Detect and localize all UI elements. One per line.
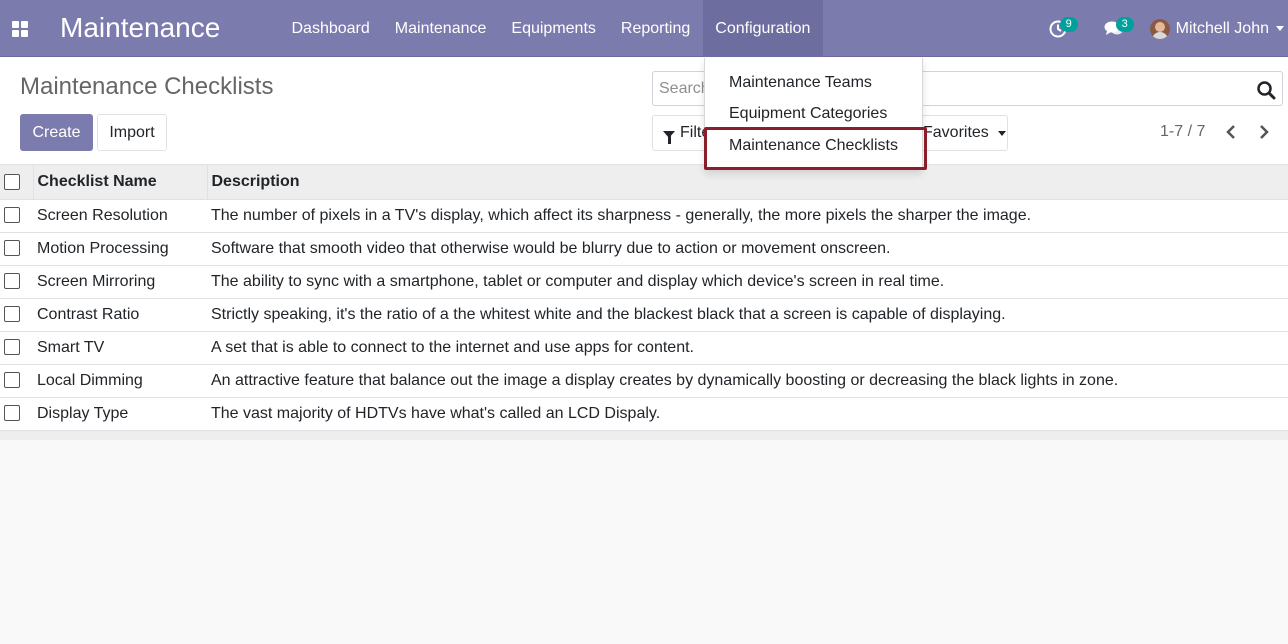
list-footer: [0, 431, 1288, 440]
checklist-name-cell: Screen Resolution: [37, 206, 168, 224]
highlight-annotation-box: [704, 127, 927, 170]
message-count-badge: 3: [1115, 17, 1134, 32]
row-select-cell: [0, 298, 33, 331]
search-icon[interactable]: [1256, 80, 1276, 100]
user-name: Mitchell John: [1175, 19, 1269, 37]
checklist-table: Checklist Name Description Screen Resolu…: [0, 165, 1288, 431]
checklist-name-cell: Local Dimming: [37, 371, 143, 389]
column-header-description[interactable]: Description: [206, 165, 1288, 200]
dropdown-item-maintenance-teams[interactable]: Maintenance Teams: [729, 74, 872, 92]
checklist-name-cell: Smart TV: [37, 338, 105, 356]
pager-next-button[interactable]: [1252, 120, 1276, 144]
dropdown-item-equipment-categories[interactable]: Equipment Categories: [729, 105, 887, 123]
row-select-cell: [0, 397, 33, 430]
row-select-cell: [0, 364, 33, 397]
list-view: Checklist Name Description Screen Resolu…: [0, 165, 1288, 431]
chevron-down-icon: [1276, 26, 1284, 31]
chevron-down-icon: [997, 130, 1006, 136]
column-header-checklist-name[interactable]: Checklist Name: [32, 165, 207, 200]
import-button[interactable]: Import: [97, 114, 167, 151]
row-checkbox[interactable]: [4, 339, 20, 356]
table-header-row: Checklist Name Description: [0, 165, 1288, 200]
table-row[interactable]: Contrast Ratio Strictly speaking, it's t…: [0, 298, 1288, 331]
messages-button[interactable]: 3: [1086, 0, 1142, 57]
filter-icon: [663, 130, 675, 144]
checklist-name-cell: Contrast Ratio: [37, 305, 140, 323]
row-checkbox[interactable]: [4, 306, 20, 323]
checklist-name-cell: Display Type: [37, 404, 129, 422]
row-select-cell: [0, 265, 33, 298]
row-checkbox[interactable]: [4, 405, 20, 422]
description-cell: A set that is able to connect to the int…: [211, 338, 694, 356]
activity-count-badge: 9: [1059, 17, 1078, 32]
chevron-right-icon: [1260, 125, 1269, 139]
table-row[interactable]: Screen Mirroring The ability to sync wit…: [0, 265, 1288, 298]
avatar: [1149, 18, 1170, 39]
filters-button[interactable]: Filters: [652, 115, 724, 151]
table-row[interactable]: Screen Resolution The number of pixels i…: [0, 199, 1288, 232]
app-title[interactable]: Maintenance: [60, 12, 220, 44]
top-navbar: Maintenance Dashboard Maintenance Equipm…: [0, 0, 1288, 57]
main-menu: Dashboard Maintenance Equipments Reporti…: [279, 0, 823, 57]
empty-background: [0, 440, 1288, 644]
description-cell: The number of pixels in a TV's display, …: [211, 206, 1032, 224]
description-cell: Software that smooth video that otherwis…: [211, 239, 891, 257]
description-cell: The vast majority of HDTVs have what's c…: [211, 404, 661, 422]
description-cell: An attractive feature that balance out t…: [211, 371, 1119, 389]
menu-equipments[interactable]: Equipments: [499, 0, 609, 57]
table-row[interactable]: Local Dimming An attractive feature that…: [0, 364, 1288, 397]
menu-maintenance[interactable]: Maintenance: [382, 0, 499, 57]
control-panel: Maintenance Checklists Create Import Fil…: [0, 57, 1288, 165]
page-title: Maintenance Checklists: [20, 73, 274, 100]
apps-grid-icon: [12, 20, 28, 37]
row-select-cell: [0, 199, 33, 232]
row-select-cell: [0, 232, 33, 265]
select-all-cell: [0, 165, 33, 200]
description-cell: The ability to sync with a smartphone, t…: [211, 272, 945, 290]
activity-button[interactable]: 9: [1030, 0, 1086, 57]
row-select-cell: [0, 331, 33, 364]
menu-reporting[interactable]: Reporting: [608, 0, 702, 57]
table-row[interactable]: Motion Processing Software that smooth v…: [0, 232, 1288, 265]
row-checkbox[interactable]: [4, 372, 20, 389]
apps-menu-button[interactable]: [0, 0, 40, 57]
menu-dashboard[interactable]: Dashboard: [279, 0, 382, 57]
user-menu[interactable]: Mitchell John: [1142, 0, 1288, 57]
select-all-checkbox[interactable]: [4, 173, 20, 190]
table-row[interactable]: Display Type The vast majority of HDTVs …: [0, 397, 1288, 430]
menu-configuration[interactable]: Configuration: [702, 0, 823, 57]
checklist-name-cell: Motion Processing: [37, 239, 169, 257]
row-checkbox[interactable]: [4, 240, 20, 257]
pager-previous-button[interactable]: [1219, 120, 1243, 144]
pager-value[interactable]: 1-7 / 7: [1160, 123, 1205, 141]
description-cell: Strictly speaking, it's the ratio of a t…: [211, 305, 1006, 323]
row-checkbox[interactable]: [4, 273, 20, 290]
row-checkbox[interactable]: [4, 207, 20, 224]
systray: 9 3 Mitchell John: [1030, 0, 1288, 57]
favorites-label: Favorites: [923, 124, 989, 141]
table-row[interactable]: Smart TV A set that is able to connect t…: [0, 331, 1288, 364]
chevron-left-icon: [1226, 125, 1235, 139]
checklist-name-cell: Screen Mirroring: [37, 272, 156, 290]
create-button[interactable]: Create: [20, 114, 93, 151]
